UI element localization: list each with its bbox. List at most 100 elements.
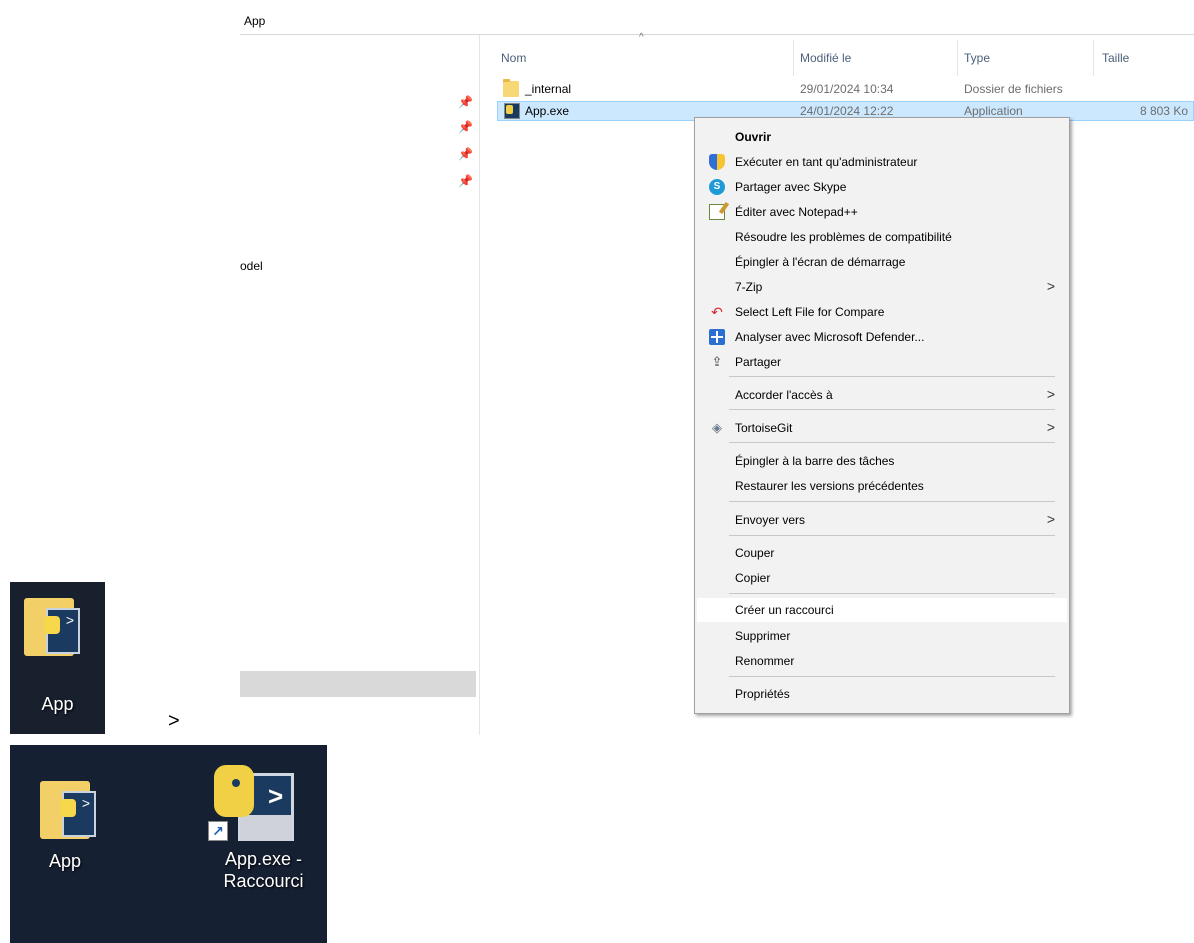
- menu-item-send-to[interactable]: Envoyer vers >: [697, 508, 1067, 532]
- menu-item-defender-scan[interactable]: Analyser avec Microsoft Defender...: [697, 325, 1067, 349]
- menu-item-label: Accorder l'accès à: [735, 388, 833, 402]
- menu-item-open[interactable]: Ouvrir: [697, 125, 1067, 149]
- defender-icon: [709, 329, 725, 345]
- chevron-right-icon: >: [1046, 419, 1055, 435]
- address-bar[interactable]: App: [240, 10, 1194, 35]
- menu-separator: [729, 676, 1055, 677]
- menu-item-restore-versions[interactable]: Restaurer les versions précédentes: [697, 474, 1067, 498]
- desktop-icon-label-line2: Raccourci: [223, 871, 304, 891]
- menu-item-edit-notepad[interactable]: Éditer avec Notepad++: [697, 200, 1067, 224]
- pin-icon[interactable]: 📌: [458, 95, 473, 109]
- skype-icon: S: [709, 179, 725, 195]
- nav-selected-item[interactable]: [240, 671, 476, 697]
- menu-item-properties[interactable]: Propriétés: [697, 682, 1067, 706]
- address-text: App: [244, 14, 266, 28]
- file-type: Application: [964, 104, 1023, 118]
- menu-item-label: Épingler à la barre des tâches: [735, 454, 895, 468]
- chevron-right-icon: >: [1046, 511, 1055, 527]
- menu-item-compatibility[interactable]: Résoudre les problèmes de compatibilité: [697, 225, 1067, 249]
- menu-item-create-shortcut[interactable]: Créer un raccourci: [697, 598, 1067, 622]
- desktop-icon-label: App: [41, 694, 74, 714]
- menu-separator: [729, 376, 1055, 377]
- menu-item-tortoisegit[interactable]: ◈ TortoiseGit >: [697, 416, 1067, 440]
- menu-item-pin-start[interactable]: Épingler à l'écran de démarrage: [697, 250, 1067, 274]
- transition-arrow: >: [168, 710, 180, 732]
- column-header-type[interactable]: Type: [964, 46, 990, 70]
- menu-item-label: Créer un raccourci: [735, 603, 834, 617]
- menu-item-label: Propriétés: [735, 687, 790, 701]
- context-menu: Ouvrir Exécuter en tant qu'administrateu…: [694, 117, 1070, 714]
- menu-separator: [729, 501, 1055, 502]
- column-header-modified[interactable]: Modifié le: [800, 46, 851, 70]
- menu-item-label: Envoyer vers: [735, 513, 806, 527]
- column-divider[interactable]: [957, 40, 958, 76]
- navigation-pane: 📌 📌 📌 📌 odel: [240, 35, 480, 735]
- menu-item-label: Partager avec Skype: [735, 180, 847, 194]
- menu-item-share[interactable]: ⇪ Partager: [697, 350, 1067, 374]
- menu-item-run-as-admin[interactable]: Exécuter en tant qu'administrateur: [697, 150, 1067, 174]
- chevron-right-icon: >: [1046, 386, 1055, 402]
- menu-separator: [729, 409, 1055, 410]
- menu-item-copy[interactable]: Copier: [697, 566, 1067, 590]
- compare-icon: ↶: [711, 304, 723, 320]
- menu-item-label: Épingler à l'écran de démarrage: [735, 255, 906, 269]
- menu-item-label: TortoiseGit: [735, 421, 793, 435]
- desktop-icon-label: App: [48, 851, 82, 871]
- menu-item-cut[interactable]: Couper: [697, 541, 1067, 565]
- menu-separator: [729, 442, 1055, 443]
- menu-item-label: Éditer avec Notepad++: [735, 205, 858, 219]
- pin-icon[interactable]: 📌: [458, 174, 473, 188]
- menu-item-select-left-compare[interactable]: ↶ Select Left File for Compare: [697, 300, 1067, 324]
- menu-item-share-skype[interactable]: S Partager avec Skype: [697, 175, 1067, 199]
- menu-item-label: Analyser avec Microsoft Defender...: [735, 330, 925, 344]
- desktop-icon-app-shortcut[interactable]: > ↗ App.exe - Raccourci: [200, 745, 327, 943]
- menu-item-label: Renommer: [735, 654, 795, 668]
- folder-icon: [503, 79, 519, 97]
- column-header-name[interactable]: Nom: [501, 46, 526, 70]
- file-name: _internal: [525, 82, 572, 96]
- menu-item-grant-access[interactable]: Accorder l'accès à >: [697, 383, 1067, 407]
- file-row-internal[interactable]: _internal 29/01/2024 10:34 Dossier de fi…: [497, 79, 1194, 100]
- menu-item-label: Exécuter en tant qu'administrateur: [735, 155, 918, 169]
- menu-item-label: Restaurer les versions précédentes: [735, 479, 924, 493]
- file-size: 8 803 Ko: [1139, 104, 1188, 118]
- shortcut-arrow-icon: ↗: [208, 821, 228, 841]
- desktop-icon-app-folder[interactable]: > App: [10, 582, 105, 734]
- app-shortcut-icon: > ↗: [208, 763, 298, 843]
- menu-item-label: Partager: [735, 355, 782, 369]
- pin-icon[interactable]: 📌: [458, 120, 473, 134]
- file-type: Dossier de fichiers: [964, 82, 1063, 96]
- menu-separator: [729, 535, 1055, 536]
- menu-item-label: Résoudre les problèmes de compatibilité: [735, 230, 952, 244]
- app-exe-icon: [504, 103, 520, 119]
- menu-item-label: Couper: [735, 546, 775, 560]
- notepad-icon: [709, 204, 725, 220]
- nav-item-label[interactable]: odel: [240, 259, 263, 273]
- uac-shield-icon: [709, 154, 725, 170]
- column-header-size[interactable]: Taille: [1102, 46, 1129, 70]
- folder-icon: >: [24, 598, 80, 656]
- menu-item-rename[interactable]: Renommer: [697, 649, 1067, 673]
- sort-ascending-icon: ^: [639, 32, 644, 43]
- menu-item-label: Copier: [735, 571, 771, 585]
- menu-separator: [729, 593, 1055, 594]
- share-icon: ⇪: [711, 354, 723, 369]
- menu-item-label: Select Left File for Compare: [735, 305, 885, 319]
- pin-icon[interactable]: 📌: [458, 147, 473, 161]
- chevron-right-icon: >: [1046, 278, 1055, 294]
- desktop-icon-app-folder[interactable]: > App: [10, 745, 120, 943]
- menu-item-label: Ouvrir: [735, 130, 772, 144]
- menu-item-7zip[interactable]: 7-Zip >: [697, 275, 1067, 299]
- menu-item-pin-taskbar[interactable]: Épingler à la barre des tâches: [697, 449, 1067, 473]
- tortoisegit-icon: ◈: [712, 420, 722, 435]
- file-modified: 24/01/2024 12:22: [800, 104, 894, 118]
- column-divider[interactable]: [793, 40, 794, 76]
- desktop-before-panel: > App: [10, 582, 105, 734]
- column-divider[interactable]: [1093, 40, 1094, 76]
- menu-item-label: Supprimer: [735, 629, 791, 643]
- file-modified: 29/01/2024 10:34: [800, 82, 894, 96]
- menu-item-delete[interactable]: Supprimer: [697, 624, 1067, 648]
- menu-item-label: 7-Zip: [735, 280, 763, 294]
- desktop-after-panel: > App > ↗ App.exe - Raccourci: [10, 745, 327, 943]
- desktop-icon-label-line1: App.exe -: [224, 849, 303, 869]
